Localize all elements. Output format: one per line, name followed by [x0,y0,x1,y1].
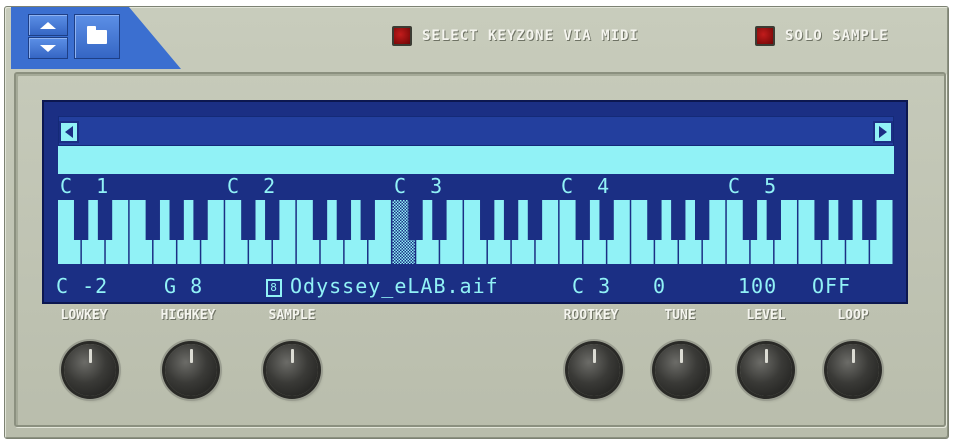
arrow-left-icon [65,126,73,138]
black-key[interactable] [599,200,614,240]
keyzone-display: C 1 C 2 C 3 C 4 C 5 C -2 G 8 8 Odyssey_eL… [42,100,908,304]
black-key[interactable] [814,200,829,240]
solo-sample-label: SOLO SAMPLE [785,28,889,44]
sample-index: 8 [266,279,282,297]
black-key[interactable] [480,200,495,240]
select-keyzone-led[interactable] [392,26,412,46]
black-key[interactable] [97,200,113,240]
highkey-value: G 8 [164,274,204,298]
rootkey-knob[interactable] [568,344,620,396]
sample-knob[interactable] [266,344,318,396]
piano-keyboard[interactable] [58,200,894,264]
sample-value: 8 Odyssey_eLAB.aif [266,274,499,298]
lowkey-knob[interactable] [64,344,116,396]
black-key[interactable] [503,200,519,240]
level-value: 100 [738,274,778,298]
highkey-knob[interactable] [165,344,217,396]
sample-params-row: C -2 G 8 8 Odyssey_eLAB.aif C 3 0 100 OFF [44,272,910,302]
black-key[interactable] [193,200,208,240]
next-patch-button[interactable] [28,37,68,59]
black-key[interactable] [862,200,877,240]
loop-label: LOOP [837,308,869,323]
tune-knob[interactable] [655,344,707,396]
prev-patch-button[interactable] [28,14,68,36]
scroll-right-button[interactable] [873,121,893,143]
octave-labels: C 1 C 2 C 3 C 4 C 5 [58,174,894,200]
select-keyzone-label: SELECT KEYZONE VIA MIDI [422,28,639,44]
tune-value: 0 [653,274,667,298]
highkey-label: HIGHKEY [160,308,216,323]
black-key[interactable] [671,200,686,240]
black-key[interactable] [241,200,256,240]
rootkey-value: C 3 [572,274,612,298]
loop-knob[interactable] [827,344,879,396]
octave-label: C 5 [728,174,783,198]
browse-patch-button[interactable] [74,14,120,59]
lowkey-label: LOWKEY [60,308,108,323]
black-key[interactable] [312,200,328,240]
black-key[interactable] [169,200,184,240]
keyboard-scrollbar[interactable] [58,116,894,146]
black-key[interactable] [694,200,710,240]
black-key[interactable] [360,200,375,240]
lowkey-value: C -2 [56,274,109,298]
solo-sample-toggle[interactable]: SOLO SAMPLE [755,26,889,46]
black-key[interactable] [73,200,89,240]
black-key[interactable] [527,200,543,240]
black-key[interactable] [766,200,781,240]
arrow-right-icon [879,126,887,138]
octave-label: C 4 [561,174,616,198]
black-key[interactable] [647,200,662,240]
black-key[interactable] [838,200,853,240]
scroll-left-button[interactable] [59,121,79,143]
select-keyzone-toggle[interactable]: SELECT KEYZONE VIA MIDI [392,26,639,46]
sample-label: SAMPLE [268,308,316,323]
folder-icon [87,25,107,44]
black-key[interactable] [265,200,280,240]
black-key[interactable] [145,200,160,240]
black-key[interactable] [742,200,758,240]
rootkey-label: ROOTKEY [563,308,619,323]
loop-value: OFF [812,274,852,298]
solo-sample-led[interactable] [755,26,775,46]
black-key[interactable] [575,200,590,240]
octave-label: C 2 [227,174,282,198]
keyzone-bar[interactable] [58,146,894,174]
octave-label: C 1 [60,174,115,198]
black-key[interactable] [432,200,447,240]
octave-label: C 3 [394,174,449,198]
arrow-up-icon [40,21,56,29]
level-knob[interactable] [740,344,792,396]
arrow-down-icon [40,44,56,52]
black-key[interactable] [408,200,423,240]
tune-label: TUNE [664,308,696,323]
sample-name: Odyssey_eLAB.aif [290,274,499,298]
level-label: LEVEL [746,308,786,323]
black-key[interactable] [336,200,352,240]
